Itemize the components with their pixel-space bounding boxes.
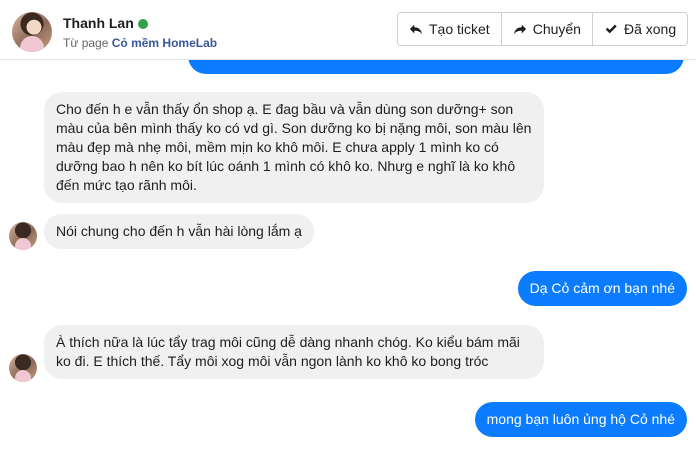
message-bubble-incoming: Nói chung cho đến h vẫn hài lòng lắm ạ bbox=[44, 214, 314, 249]
online-status-icon bbox=[138, 19, 148, 29]
forward-icon bbox=[513, 24, 526, 35]
avatar[interactable] bbox=[12, 12, 52, 52]
mark-done-button[interactable]: Đã xong bbox=[593, 13, 687, 45]
sender-avatar bbox=[9, 354, 37, 382]
transfer-button[interactable]: Chuyển bbox=[502, 13, 593, 45]
check-icon bbox=[605, 24, 617, 34]
message-bubble-incoming: Cho đến h e vẫn thấy ổn shop ạ. E đag bầ… bbox=[44, 92, 544, 203]
page-link[interactable]: Cỏ mềm HomeLab bbox=[112, 36, 217, 50]
action-button-group: Tạo ticket Chuyển Đã xong bbox=[397, 12, 689, 46]
message-thread: Cho đến h e vẫn thấy ổn shop ạ. E đag bầ… bbox=[0, 30, 696, 464]
from-page-prefix: Từ page bbox=[63, 36, 109, 50]
message-bubble-incoming: À thích nữa là lúc tẩy trag môi cũng dễ … bbox=[44, 325, 544, 379]
reply-icon bbox=[409, 24, 423, 35]
message-bubble-outgoing: mong bạn luôn ủng hộ Cỏ nhé bbox=[474, 402, 687, 437]
create-ticket-label: Tạo ticket bbox=[429, 21, 490, 37]
customer-name[interactable]: Thanh Lan bbox=[63, 15, 134, 31]
conversation-header: Thanh Lan Từ page Cỏ mềm HomeLab Tạo tic… bbox=[0, 0, 696, 60]
transfer-label: Chuyển bbox=[532, 21, 581, 37]
create-ticket-button[interactable]: Tạo ticket bbox=[398, 13, 502, 45]
message-bubble-outgoing: Dạ Cỏ cảm ơn bạn nhé bbox=[517, 271, 687, 306]
sender-avatar bbox=[9, 222, 37, 250]
source-page-line: Từ page Cỏ mềm HomeLab bbox=[63, 36, 217, 50]
mark-done-label: Đã xong bbox=[623, 21, 677, 37]
